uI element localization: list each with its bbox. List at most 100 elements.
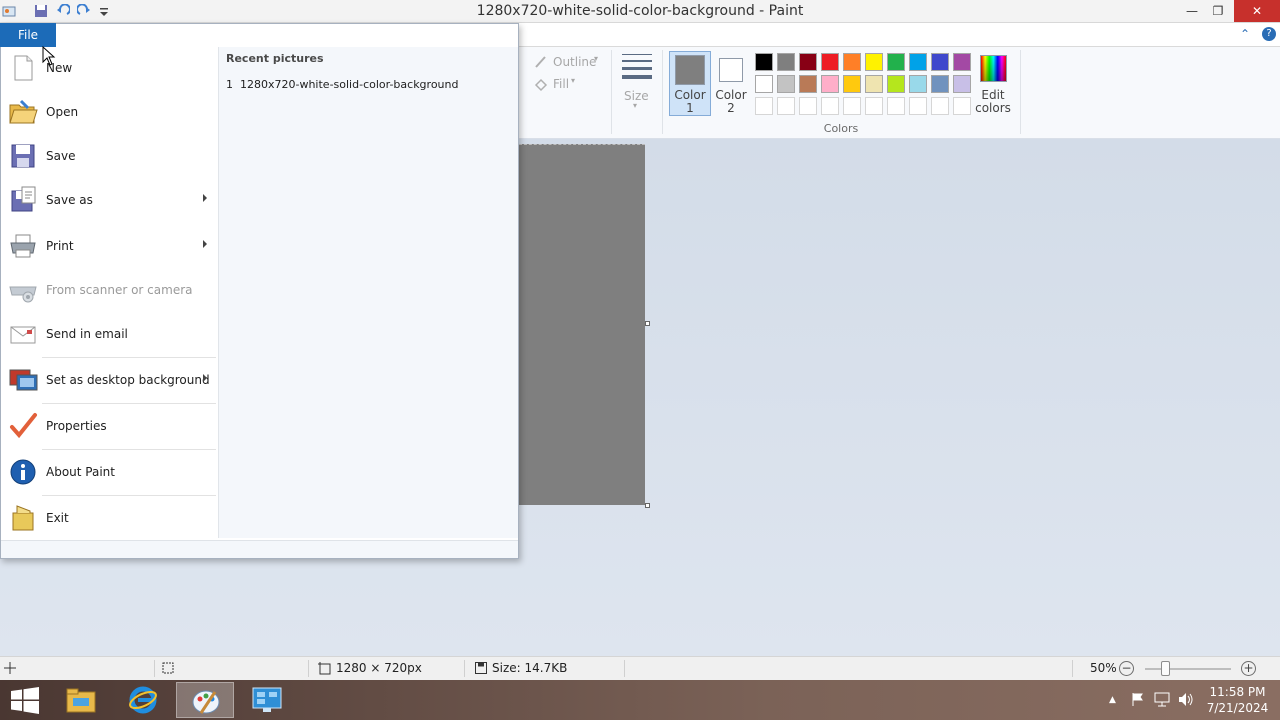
action-center-flag-icon[interactable] xyxy=(1131,692,1145,707)
palette-swatch[interactable] xyxy=(953,53,971,71)
menu-item-properties[interactable]: Properties xyxy=(4,405,215,449)
printer-icon xyxy=(10,234,36,258)
palette-swatch[interactable] xyxy=(931,53,949,71)
taskbar-paint[interactable] xyxy=(176,682,234,718)
palette-swatch[interactable] xyxy=(887,53,905,71)
menu-item-save[interactable]: Save xyxy=(4,135,215,179)
taskbar-internet-explorer[interactable] xyxy=(114,682,172,718)
scanner-icon xyxy=(9,286,37,303)
menu-item-open[interactable]: Open xyxy=(4,91,215,135)
outline-button[interactable]: Outline xyxy=(553,55,596,69)
email-icon xyxy=(10,326,36,344)
edit-colors-button[interactable]: Edit colors xyxy=(972,89,1014,115)
resize-handle-corner[interactable] xyxy=(645,503,650,508)
palette-swatch[interactable] xyxy=(821,75,839,93)
control-panel-icon xyxy=(252,687,282,712)
edit-colors-icon[interactable] xyxy=(980,55,1007,82)
fill-button[interactable]: Fill xyxy=(553,77,569,91)
palette-swatch[interactable] xyxy=(777,97,795,115)
palette-swatch[interactable] xyxy=(777,75,795,93)
ribbon-divider xyxy=(1020,50,1021,134)
file-tab[interactable]: File xyxy=(0,23,56,47)
outline-dropdown-icon[interactable]: ▾ xyxy=(594,54,598,63)
fill-dropdown-icon[interactable]: ▾ xyxy=(571,76,575,85)
menu-item-print[interactable]: Print xyxy=(4,225,215,269)
info-icon xyxy=(10,459,36,485)
file-explorer-icon xyxy=(66,688,96,713)
palette-swatch[interactable] xyxy=(843,53,861,71)
menu-item-send-email[interactable]: Send in email xyxy=(4,313,215,357)
menu-item-from-scanner: From scanner or camera xyxy=(4,269,215,313)
drawing-canvas[interactable] xyxy=(519,144,645,505)
new-file-icon xyxy=(14,55,33,81)
network-icon[interactable] xyxy=(1154,692,1170,707)
palette-swatch[interactable] xyxy=(755,97,773,115)
palette-swatch[interactable] xyxy=(777,53,795,71)
close-button[interactable]: ✕ xyxy=(1234,0,1280,22)
menu-item-label: Exit xyxy=(46,511,69,525)
help-icon[interactable]: ? xyxy=(1262,27,1276,41)
palette-swatch[interactable] xyxy=(887,97,905,115)
recent-picture-item[interactable]: 1 1280x720-white-solid-color-background xyxy=(226,78,458,91)
taskbar-control-panel[interactable] xyxy=(238,682,296,718)
palette-swatch[interactable] xyxy=(887,75,905,93)
zoom-out-button[interactable]: − xyxy=(1119,661,1134,676)
palette-swatch[interactable] xyxy=(909,97,927,115)
color1-label: Color 1 xyxy=(674,88,706,115)
size-icon[interactable] xyxy=(622,54,652,84)
zoom-slider-thumb[interactable] xyxy=(1160,661,1170,676)
cursor-position-icon xyxy=(4,662,16,674)
save-disk-icon xyxy=(11,144,35,168)
palette-swatch[interactable] xyxy=(755,75,773,93)
palette-swatch[interactable] xyxy=(909,75,927,93)
palette-swatch[interactable] xyxy=(843,97,861,115)
palette-swatch[interactable] xyxy=(799,97,817,115)
window-title: 1280x720-white-solid-color-background - … xyxy=(476,3,804,19)
size-dropdown-icon[interactable]: ▾ xyxy=(633,101,637,110)
save-as-icon xyxy=(11,186,36,212)
clock-date: 7/21/2024 xyxy=(1206,701,1269,715)
palette-swatch[interactable] xyxy=(953,75,971,93)
color2-label[interactable]: Color 2 xyxy=(713,89,749,115)
recent-pictures-pane xyxy=(218,47,518,538)
recent-item-name: 1280x720-white-solid-color-background xyxy=(240,78,459,91)
menu-item-save-as[interactable]: Save as xyxy=(4,179,215,223)
palette-swatch[interactable] xyxy=(931,75,949,93)
submenu-arrow-icon xyxy=(203,194,207,202)
file-menu-footer xyxy=(1,540,518,558)
resize-handle-right[interactable] xyxy=(645,321,650,326)
palette-swatch[interactable] xyxy=(931,97,949,115)
palette-swatch[interactable] xyxy=(755,53,773,71)
restore-button[interactable]: ❐ xyxy=(1202,0,1234,22)
minimize-ribbon-icon[interactable]: ⌃ xyxy=(1240,27,1250,41)
color2-swatch[interactable] xyxy=(719,58,743,82)
ribbon-divider xyxy=(611,50,612,134)
menu-item-set-desktop-background[interactable]: Set as desktop background xyxy=(4,359,215,403)
show-hidden-icons[interactable]: ▲ xyxy=(1109,695,1116,705)
menu-item-label: Send in email xyxy=(46,327,128,341)
submenu-arrow-icon xyxy=(203,374,207,382)
menu-item-exit[interactable]: Exit xyxy=(4,497,215,541)
menu-item-new[interactable]: New xyxy=(4,47,215,91)
status-bar: 1280 × 720px Size: 14.7KB 50% − + xyxy=(0,656,1280,680)
image-dimensions: 1280 × 720px xyxy=(336,661,422,675)
palette-swatch[interactable] xyxy=(865,75,883,93)
palette-swatch[interactable] xyxy=(865,97,883,115)
palette-swatch[interactable] xyxy=(843,75,861,93)
volume-icon[interactable] xyxy=(1178,692,1194,707)
palette-swatch[interactable] xyxy=(799,53,817,71)
menu-item-about[interactable]: About Paint xyxy=(4,451,215,495)
palette-swatch[interactable] xyxy=(821,53,839,71)
taskbar-file-explorer[interactable] xyxy=(52,682,110,718)
palette-swatch[interactable] xyxy=(799,75,817,93)
zoom-in-button[interactable]: + xyxy=(1241,661,1256,676)
menu-item-label: Properties xyxy=(46,419,107,433)
palette-swatch[interactable] xyxy=(953,97,971,115)
palette-swatch[interactable] xyxy=(909,53,927,71)
windows-start-icon[interactable] xyxy=(11,687,39,714)
mouse-cursor-icon xyxy=(42,46,56,66)
taskbar-clock[interactable]: 11:58 PM 7/21/2024 xyxy=(1200,684,1275,716)
palette-swatch[interactable] xyxy=(865,53,883,71)
palette-swatch[interactable] xyxy=(821,97,839,115)
zoom-slider-track[interactable] xyxy=(1145,668,1231,670)
